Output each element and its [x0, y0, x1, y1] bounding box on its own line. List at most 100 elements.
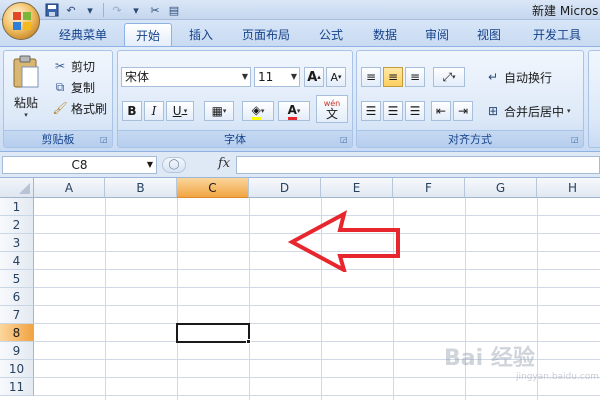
gridline: [105, 198, 106, 400]
font-name-dropdown-icon: ▼: [241, 72, 248, 81]
orientation-button[interactable]: ⤢ ▾: [433, 67, 465, 87]
redo-icon[interactable]: ↷: [109, 2, 125, 18]
tab-data[interactable]: 数据: [362, 23, 408, 46]
align-right-icon: ☰: [409, 104, 421, 118]
alignment-group: ≡ ≡ ≡ ⤢ ▾ ☰ ☰ ☰ ⇤ ⇥ ↵ 自动换行 ⊞ 合并后居中 ▾ 对齐方式…: [356, 50, 584, 148]
increase-indent-icon: ⇥: [457, 104, 469, 118]
brush-icon: 🖌: [52, 101, 68, 115]
select-all-corner[interactable]: [0, 178, 34, 198]
cut-qat-icon[interactable]: ✂: [147, 2, 163, 18]
fill-color-dropdown-icon: ▾: [260, 107, 265, 115]
name-box[interactable]: C8 ▼: [2, 156, 157, 174]
row-header-8[interactable]: 8: [0, 324, 34, 342]
cut-button[interactable]: ✂ 剪切: [52, 57, 95, 75]
bold-button[interactable]: B: [122, 101, 142, 121]
align-center-button[interactable]: ☰: [383, 101, 403, 121]
merge-center-dropdown-icon: ▾: [567, 107, 571, 115]
wrap-text-label: 自动换行: [504, 70, 553, 85]
alignment-launcher-icon[interactable]: ◲: [571, 135, 580, 144]
font-launcher-icon[interactable]: ◲: [340, 135, 349, 144]
row-header-4[interactable]: 4: [0, 252, 34, 270]
shrink-font-button[interactable]: A ▾: [326, 67, 346, 87]
gridline: [34, 395, 600, 396]
number-group-partial: [588, 50, 600, 148]
align-top-button[interactable]: ≡: [361, 67, 381, 87]
font-name-select[interactable]: 宋体 ▼: [121, 67, 251, 87]
formula-input[interactable]: [236, 156, 600, 174]
row-header-5[interactable]: 5: [0, 270, 34, 288]
increase-indent-button[interactable]: ⇥: [453, 101, 473, 121]
fill-handle[interactable]: [246, 339, 251, 344]
column-header-d[interactable]: D: [249, 178, 321, 198]
font-name-value: 宋体: [125, 70, 150, 84]
font-color-button[interactable]: A ▾: [278, 101, 310, 121]
align-middle-button[interactable]: ≡: [383, 67, 403, 87]
column-header-c[interactable]: C: [177, 178, 249, 198]
tab-classic-menu[interactable]: 经典菜单: [48, 23, 118, 46]
align-left-icon: ☰: [365, 104, 377, 118]
redo-dropdown-icon[interactable]: ▾: [128, 2, 144, 18]
column-header-e[interactable]: E: [321, 178, 393, 198]
tab-view[interactable]: 视图: [466, 23, 512, 46]
column-header-a[interactable]: A: [34, 178, 105, 198]
wrap-text-icon: ↵: [487, 70, 499, 84]
tab-developer[interactable]: 开发工具: [522, 23, 592, 46]
paste-dropdown-icon[interactable]: ▾: [8, 111, 44, 119]
tab-review[interactable]: 审阅: [414, 23, 460, 46]
underline-dropdown-icon: ▾: [181, 107, 188, 115]
wrap-text-button[interactable]: ↵ 自动换行: [485, 68, 552, 86]
row-header-3[interactable]: 3: [0, 234, 34, 252]
active-cell-c8[interactable]: [176, 323, 250, 343]
tab-insert[interactable]: 插入: [178, 23, 224, 46]
borders-dropdown-icon: ▾: [222, 107, 227, 115]
font-size-value: 11: [258, 70, 274, 84]
align-right-button[interactable]: ☰: [405, 101, 425, 121]
row-header-9[interactable]: 9: [0, 342, 34, 360]
tab-formulas[interactable]: 公式: [308, 23, 354, 46]
paste-button[interactable]: 粘贴 ▾: [8, 55, 44, 125]
align-bottom-button[interactable]: ≡: [405, 67, 425, 87]
fill-color-button[interactable]: ◈ ▾: [242, 101, 274, 121]
office-button[interactable]: [2, 2, 40, 40]
paint-bucket-icon: ◈: [251, 103, 261, 120]
column-header-b[interactable]: B: [105, 178, 177, 198]
copy-button[interactable]: ⧉ 复制: [52, 78, 95, 96]
format-painter-button[interactable]: 🖌 格式刷: [52, 99, 107, 117]
row-header-7[interactable]: 7: [0, 306, 34, 324]
align-left-button[interactable]: ☰: [361, 101, 381, 121]
italic-button[interactable]: I: [144, 101, 164, 121]
undo-icon[interactable]: ↶: [63, 2, 79, 18]
row-header-11[interactable]: 11: [0, 378, 34, 396]
row-header-2[interactable]: 2: [0, 216, 34, 234]
formula-bar: C8 ▼ ◯ fx: [0, 152, 600, 178]
ribbon-tab-strip: 经典菜单 开始 插入 页面布局 公式 数据 审阅 视图 开发工具: [0, 20, 600, 46]
undo-dropdown-icon[interactable]: ▾: [82, 2, 98, 18]
save-icon[interactable]: [44, 2, 60, 18]
watermark: Bai 经验: [444, 346, 535, 371]
phonetic-button[interactable]: wén 文: [316, 95, 348, 123]
tab-page-layout[interactable]: 页面布局: [232, 23, 300, 46]
column-header-f[interactable]: F: [393, 178, 465, 198]
row-header-10[interactable]: 10: [0, 360, 34, 378]
name-box-value: C8: [71, 158, 88, 172]
insert-function-icon[interactable]: fx: [218, 156, 230, 171]
tab-home[interactable]: 开始: [124, 23, 172, 46]
column-header-h[interactable]: H: [537, 178, 600, 198]
ribbon: 粘贴 ▾ ✂ 剪切 ⧉ 复制 🖌 格式刷 剪贴板 ◲ 宋体 ▼ 11 ▼ A▴: [0, 46, 600, 152]
merge-center-button[interactable]: ⊞ 合并后居中 ▾: [485, 102, 571, 120]
formula-expand-handle[interactable]: ◯: [162, 157, 186, 173]
borders-button[interactable]: ▦ ▾: [204, 101, 234, 121]
underline-button[interactable]: U ▾: [166, 101, 194, 121]
clipboard-launcher-icon[interactable]: ◲: [100, 135, 109, 144]
row-header-1[interactable]: 1: [0, 198, 34, 216]
decrease-indent-button[interactable]: ⇤: [431, 101, 451, 121]
grow-font-button[interactable]: A ▴: [304, 67, 324, 87]
paste-qat-icon[interactable]: ▤: [166, 2, 182, 18]
font-size-select[interactable]: 11 ▼: [254, 67, 300, 87]
watermark-url: jingyan.baidu.com: [516, 372, 600, 382]
format-painter-label: 格式刷: [71, 101, 108, 116]
row-header-6[interactable]: 6: [0, 288, 34, 306]
orientation-dropdown-icon: ▾: [452, 73, 456, 81]
column-header-g[interactable]: G: [465, 178, 537, 198]
merge-center-icon: ⊞: [487, 104, 499, 118]
